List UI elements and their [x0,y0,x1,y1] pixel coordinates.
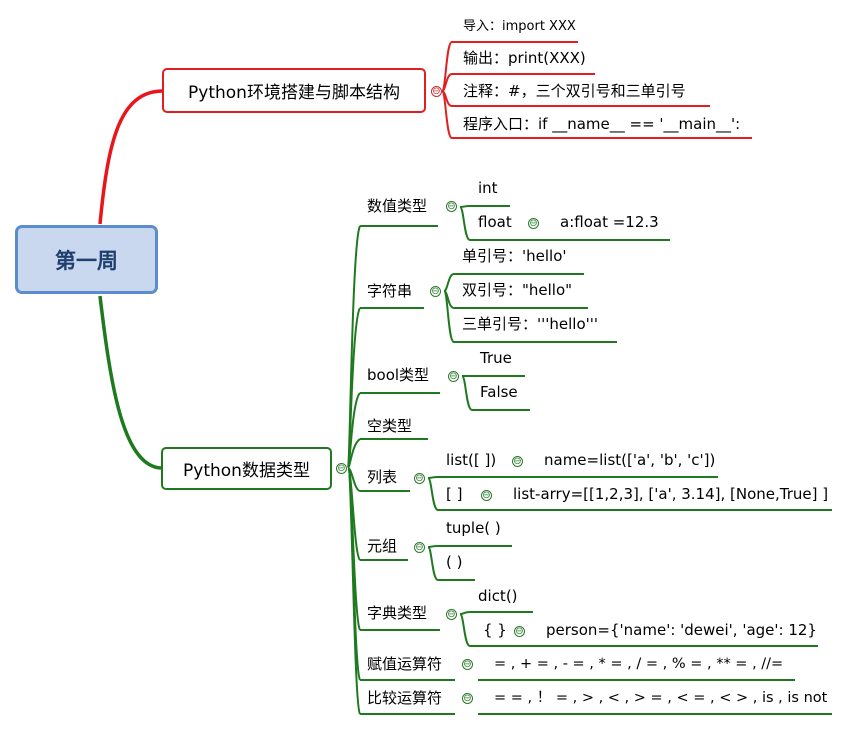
category-tuple[interactable]: 元组 [367,539,397,554]
collapse-icon[interactable]: ⊖ [336,463,347,474]
root-node[interactable]: 第一周 [15,225,158,294]
leaf-true[interactable]: True [480,351,512,366]
category-dict[interactable]: 字典类型 [367,606,427,621]
branch-label: Python环境搭建与脚本结构 [188,83,400,103]
collapse-icon[interactable]: ⊖ [512,456,523,467]
leaf-float[interactable]: float [478,215,512,230]
leaf-dict-literal[interactable]: { } [483,623,507,638]
leaf-list-literal[interactable]: [ ] [446,487,462,502]
collapse-icon[interactable]: ⊖ [514,626,525,637]
collapse-icon[interactable]: ⊖ [481,490,492,501]
category-list[interactable]: 列表 [367,470,397,485]
category-none[interactable]: 空类型 [367,419,412,434]
leaf-tuple-literal[interactable]: ( ) [446,555,462,570]
leaf-import[interactable]: 导入：import XXX [463,20,576,33]
leaf-float-example[interactable]: a:float =12.3 [560,215,659,230]
leaf-tuple-ctor[interactable]: tuple( ) [446,521,501,536]
category-comparison-operators[interactable]: 比较运算符 [367,691,442,706]
leaf-print[interactable]: 输出：print(XXX) [463,51,586,66]
collapse-icon[interactable]: ⊖ [431,86,442,97]
leaf-triple-quote[interactable]: 三单引号：'''hello''' [462,317,598,332]
branch-python-data-types[interactable]: Python数据类型 [161,447,332,490]
leaf-double-quote[interactable]: 双引号："hello" [462,283,572,298]
leaf-false[interactable]: False [480,385,518,400]
collapse-icon[interactable]: ⊖ [528,218,539,229]
leaf-comparison-operators[interactable]: = = , ！ = , > , < , > = , < = , < > , is… [494,691,827,706]
collapse-icon[interactable]: ⊖ [462,693,473,704]
branch-label: Python数据类型 [183,461,310,481]
leaf-entry-point[interactable]: 程序入口：if __name__ == '__main__': [463,117,740,132]
leaf-dict-ctor[interactable]: dict() [478,589,518,604]
leaf-single-quote[interactable]: 单引号：'hello' [462,249,567,264]
collapse-icon[interactable]: ⊖ [448,371,459,382]
branch-python-environment[interactable]: Python环境搭建与脚本结构 [162,68,426,113]
leaf-list-ctor[interactable]: list([ ]) [446,453,496,468]
collapse-icon[interactable]: ⊖ [462,659,473,670]
category-bool[interactable]: bool类型 [367,368,429,383]
leaf-list-literal-example[interactable]: list-arry=[[1,2,3], ['a', 3.14], [None,T… [513,487,828,502]
collapse-icon[interactable]: ⊖ [414,542,425,553]
category-assignment-operators[interactable]: 赋值运算符 [367,657,442,672]
category-numeric[interactable]: 数值类型 [367,199,427,214]
collapse-icon[interactable]: ⊖ [430,286,441,297]
category-string[interactable]: 字符串 [367,284,412,299]
leaf-int[interactable]: int [478,181,498,196]
leaf-list-ctor-example[interactable]: name=list(['a', 'b', 'c']) [544,453,715,468]
leaf-assignment-operators[interactable]: = , + = , - = , * = , / = , % = , ** = ,… [494,657,783,672]
collapse-icon[interactable]: ⊖ [414,473,425,484]
leaf-dict-example[interactable]: person={'name': 'dewei', 'age': 12} [546,623,817,638]
leaf-comment[interactable]: 注释：#，三个双引号和三单引号 [463,84,686,99]
collapse-icon[interactable]: ⊖ [446,201,457,212]
collapse-icon[interactable]: ⊖ [446,609,457,620]
